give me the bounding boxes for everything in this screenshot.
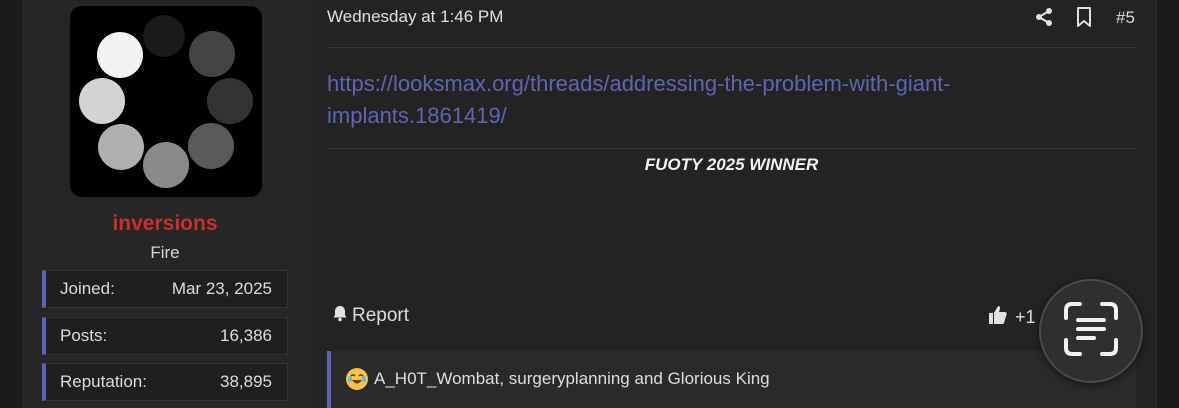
stat-value: 38,895 <box>220 372 272 391</box>
reactions-bar[interactable]: A_H0T_Wombat, surgeryplanning and Glorio… <box>327 351 1136 408</box>
header-divider <box>327 47 1136 48</box>
bookmark-icon[interactable] <box>1073 6 1095 28</box>
stat-label: Posts: <box>60 326 108 345</box>
stat-joined: Joined: Mar 23, 2025 <box>42 270 288 308</box>
avatar-image <box>79 15 253 188</box>
stat-label: Joined: <box>60 279 115 298</box>
signature-text: FUOTY 2025 WINNER <box>644 155 819 174</box>
like-button[interactable]: +1 <box>987 304 1036 331</box>
post-number-link[interactable]: #5 <box>1116 8 1135 28</box>
reactions-text: A_H0T_Wombat, surgeryplanning and Glorio… <box>374 369 770 388</box>
scan-text-button[interactable] <box>1039 279 1143 383</box>
post-arrow <box>297 28 309 48</box>
like-count: +1 <box>1015 307 1036 327</box>
thumbs-up-icon <box>987 304 1009 331</box>
laughing-crying-emoji-icon <box>346 368 368 390</box>
stat-reputation: Reputation: 38,895 <box>42 363 288 401</box>
thread-link[interactable]: https://looksmax.org/threads/addressing-… <box>327 68 1027 132</box>
stat-value: Mar 23, 2025 <box>171 279 272 298</box>
stat-label: Reputation: <box>60 372 147 391</box>
stat-posts: Posts: 16,386 <box>42 317 288 355</box>
share-icon[interactable] <box>1033 6 1055 28</box>
username[interactable]: inversions <box>42 212 288 236</box>
stat-value: 16,386 <box>220 326 272 345</box>
report-label: Report <box>352 305 410 326</box>
scan-text-icon <box>1062 300 1120 363</box>
post-date[interactable]: Wednesday at 1:46 PM <box>327 7 503 27</box>
signature-divider <box>327 148 1136 149</box>
user-title: Fire <box>150 243 180 262</box>
avatar[interactable] <box>70 6 262 197</box>
report-button[interactable]: Report <box>331 304 409 328</box>
bell-icon <box>331 304 349 328</box>
